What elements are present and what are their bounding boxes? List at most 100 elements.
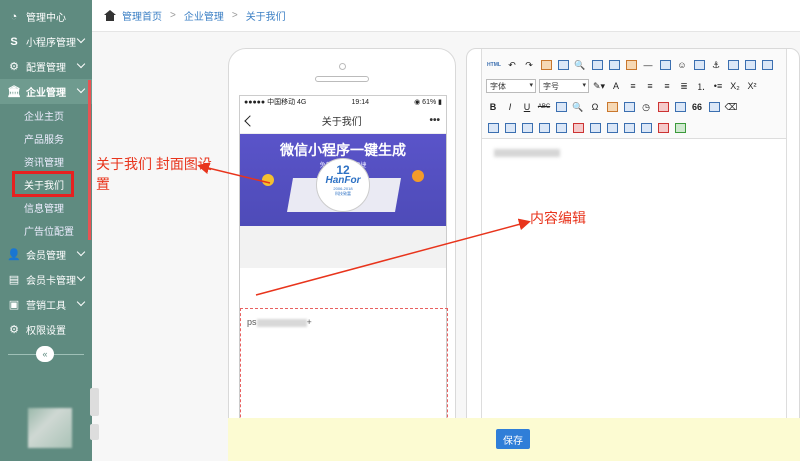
search-replace-icon[interactable]: 🔍: [571, 100, 585, 114]
logo-tagline: 科技致富: [335, 191, 351, 196]
sub-item-home[interactable]: 企业主页: [0, 104, 92, 127]
subscript-button[interactable]: X₂: [728, 79, 742, 93]
blurred-text: [256, 318, 307, 327]
superscript-button[interactable]: X²: [745, 79, 759, 93]
blockquote-button[interactable]: 66: [690, 100, 704, 114]
attachment-icon[interactable]: [693, 60, 705, 70]
breadcrumb-enterprise[interactable]: 企业管理: [184, 8, 224, 23]
more-icon[interactable]: •••: [429, 115, 440, 126]
nav-item-members[interactable]: 👤 会员管理: [0, 242, 92, 267]
calendar-icon[interactable]: [657, 102, 669, 112]
sidebar-handle[interactable]: [90, 424, 99, 440]
chevron-down-icon: [76, 34, 86, 44]
nav-label: 企业管理: [26, 88, 66, 99]
id-card-icon: ▤: [8, 274, 20, 286]
image-icon[interactable]: [625, 60, 637, 70]
anchor-icon[interactable]: ⚓: [709, 58, 723, 72]
content-prefix: ps: [247, 317, 257, 327]
back-icon[interactable]: [244, 114, 256, 127]
cover-annotation: 关于我们 封面图设置: [96, 156, 212, 192]
phone-titlebar: 关于我们 •••: [240, 108, 446, 134]
insert-row-icon[interactable]: [487, 123, 499, 133]
split-cells-icon[interactable]: [538, 123, 550, 133]
align-right-icon[interactable]: ≡: [660, 79, 674, 93]
italic-button[interactable]: I: [503, 100, 517, 114]
cell-props-icon[interactable]: [606, 123, 618, 133]
format-brush-icon[interactable]: [557, 60, 569, 70]
bold-button[interactable]: B: [486, 100, 500, 114]
font-color-button[interactable]: A: [609, 79, 623, 93]
special-char-button[interactable]: Ω: [588, 100, 602, 114]
dashboard-icon: ◔: [10, 10, 18, 23]
unlink-icon[interactable]: [744, 60, 756, 70]
table-icon[interactable]: [659, 60, 671, 70]
clock-icon[interactable]: ◷: [639, 100, 653, 114]
code-icon[interactable]: [623, 102, 635, 112]
ordered-list-icon[interactable]: ⒈: [694, 79, 708, 93]
align-left-icon[interactable]: ≡: [626, 79, 640, 93]
content-annotation: 内容编辑: [530, 210, 586, 226]
sub-item-info[interactable]: 信息管理: [0, 196, 92, 219]
print-icon[interactable]: [591, 60, 603, 70]
delete-table-icon[interactable]: [657, 123, 669, 133]
horizontal-rule-icon[interactable]: —: [641, 58, 655, 72]
unordered-list-icon[interactable]: •≡: [711, 79, 725, 93]
sub-item-products[interactable]: 产品服务: [0, 127, 92, 150]
delete-row-icon[interactable]: [555, 123, 567, 133]
eraser-icon[interactable]: ⌫: [724, 100, 738, 114]
sub-item-news[interactable]: 资讯管理: [0, 150, 92, 173]
link-icon[interactable]: [727, 60, 739, 70]
table-border-icon[interactable]: [640, 123, 652, 133]
toolbar-row: HTML ↶ ↷ 🔍 — ☺ ⚓: [486, 55, 782, 75]
editor-frame: HTML ↶ ↷ 🔍 — ☺ ⚓ 字体 字号: [481, 49, 787, 461]
save-button[interactable]: 保存: [496, 429, 530, 449]
breadcrumb-home[interactable]: 管理首页: [122, 8, 162, 23]
highlight-box: [12, 171, 74, 197]
battery-label: ◉ 61% ▮: [414, 99, 442, 106]
breadcrumb-separator: >: [231, 10, 238, 21]
nav-item-miniprogram[interactable]: S 小程序管理: [0, 29, 92, 54]
home-icon[interactable]: [104, 10, 116, 21]
table-props-icon[interactable]: [589, 123, 601, 133]
emoji-icon[interactable]: ☺: [675, 58, 689, 72]
merge-cells-icon[interactable]: [521, 123, 533, 133]
active-indicator: [88, 80, 91, 240]
nav-item-marketing[interactable]: ▣ 营销工具: [0, 292, 92, 317]
sidebar-handle[interactable]: [90, 388, 99, 416]
undo-icon[interactable]: ↶: [505, 58, 519, 72]
chevron-down-icon: [76, 84, 86, 94]
redo-icon[interactable]: ↷: [522, 58, 536, 72]
highlight-color-icon[interactable]: ✎▾: [592, 79, 606, 93]
spellcheck-icon[interactable]: [555, 102, 567, 112]
collapse-sidebar-button[interactable]: «: [36, 346, 54, 362]
insert-image-icon[interactable]: [606, 102, 618, 112]
sub-item-ads[interactable]: 广告位配置: [0, 219, 92, 242]
preview-icon[interactable]: [608, 60, 620, 70]
content-suffix: +: [306, 317, 312, 327]
nav-item-enterprise[interactable]: 🏛 企业管理: [0, 79, 92, 104]
font-family-select[interactable]: 字体: [486, 79, 536, 93]
new-document-icon[interactable]: [674, 123, 686, 133]
pagebreak-icon[interactable]: [708, 102, 720, 112]
find-icon[interactable]: 🔍: [573, 58, 587, 72]
fullscreen-icon[interactable]: [761, 60, 773, 70]
align-justify-icon[interactable]: ≣: [677, 79, 691, 93]
nav-item-config[interactable]: ⚙ 配置管理: [0, 54, 92, 79]
font-size-select[interactable]: 字号: [539, 79, 589, 93]
text-box-icon[interactable]: [674, 102, 686, 112]
delete-col-icon[interactable]: [572, 123, 584, 133]
nav-item-permissions[interactable]: ⚙ 权限设置: [0, 317, 92, 342]
underline-button[interactable]: U: [520, 100, 534, 114]
insert-col-icon[interactable]: [504, 123, 516, 133]
nav-label: 会员管理: [26, 251, 66, 262]
align-center-icon[interactable]: ≡: [643, 79, 657, 93]
html-source-button[interactable]: HTML: [486, 58, 502, 72]
nav-item-dashboard[interactable]: ◔ 管理中心: [0, 4, 92, 29]
chevron-down-icon: [76, 272, 86, 282]
strikethrough-button[interactable]: ABC: [537, 100, 551, 114]
nav-item-member-cards[interactable]: ▤ 会员卡管理: [0, 267, 92, 292]
breadcrumb: 管理首页 > 企业管理 > 关于我们: [92, 0, 800, 32]
paste-icon[interactable]: [540, 60, 552, 70]
table-align-icon[interactable]: [623, 123, 635, 133]
editor-content[interactable]: [482, 139, 786, 167]
